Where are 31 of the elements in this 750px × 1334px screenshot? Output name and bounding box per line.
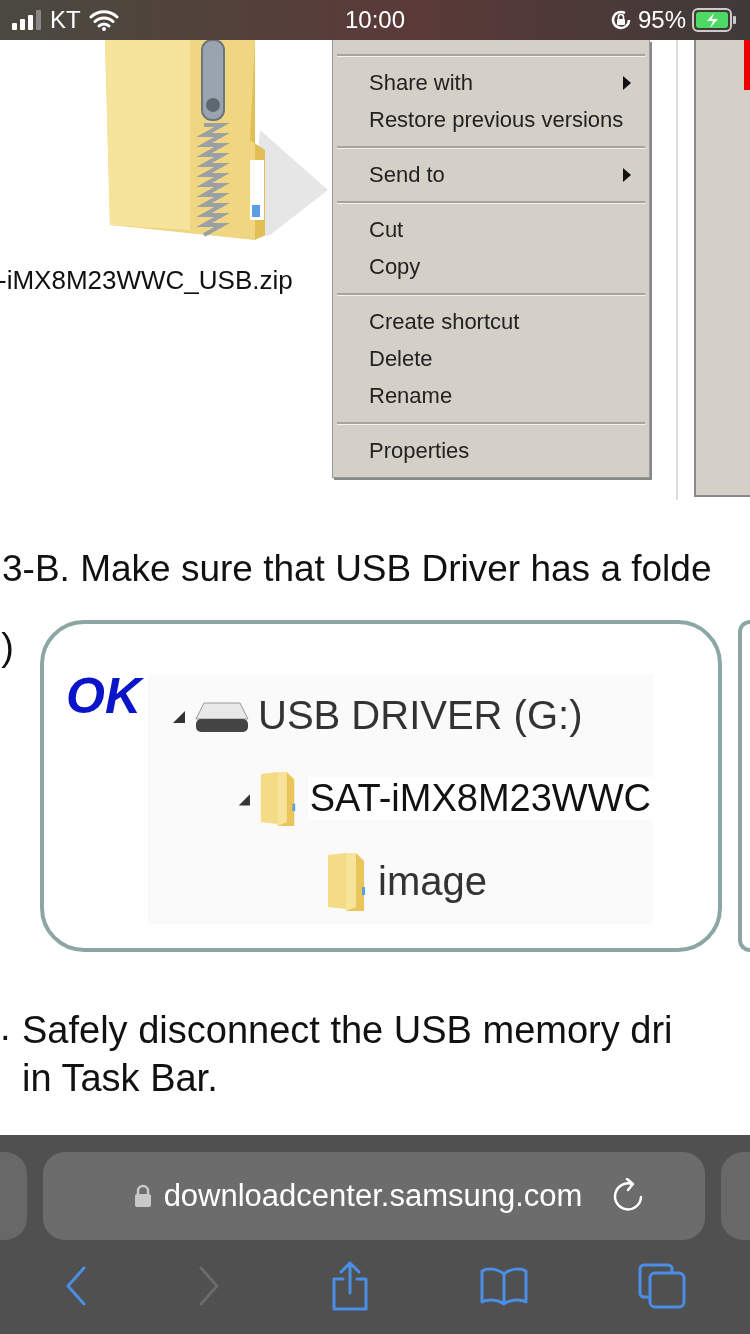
menu-item[interactable]: Restore previous versions bbox=[337, 101, 645, 138]
tab-preview[interactable] bbox=[721, 1152, 750, 1240]
tree-item-label[interactable]: image bbox=[378, 859, 487, 904]
menu-item[interactable]: Rename bbox=[337, 377, 645, 414]
step-heading: 3-B. Make sure that USB Driver has a folde bbox=[2, 548, 713, 590]
menu-item[interactable]: Copy bbox=[337, 248, 645, 285]
battery-icon bbox=[692, 8, 738, 32]
menu-item[interactable]: Cut bbox=[337, 211, 645, 248]
tab-preview[interactable] bbox=[0, 1152, 27, 1240]
menu-item[interactable]: Create shortcut bbox=[337, 303, 645, 340]
rotation-lock-icon bbox=[609, 9, 632, 31]
menu-item[interactable]: Send to bbox=[337, 156, 645, 193]
clock-time: 10:00 bbox=[344, 6, 406, 34]
address-bar[interactable]: downloadcenter.samsung.com bbox=[43, 1152, 705, 1240]
wifi-icon bbox=[88, 9, 119, 31]
signal-icon bbox=[12, 10, 42, 30]
menu-item[interactable]: Properties bbox=[337, 432, 645, 469]
lock-icon bbox=[133, 1184, 152, 1208]
ok-label: OK bbox=[66, 668, 148, 724]
list-marker: . bbox=[0, 1006, 12, 1050]
file-name: -iMX8M23WWC_USB.zip bbox=[0, 265, 293, 296]
menu-item[interactable]: Share with bbox=[337, 64, 645, 101]
carrier-name: KT bbox=[50, 6, 81, 34]
menu-item[interactable]: Delete bbox=[337, 340, 645, 377]
battery-percent: 95% bbox=[637, 6, 686, 34]
tree-item-label[interactable]: SAT-iMX8M23WWC bbox=[307, 777, 653, 820]
step-text: Safely disconnect the USB memory dri bbox=[22, 1008, 673, 1053]
side-label: ) bbox=[0, 625, 15, 670]
tree-item-label[interactable]: USB DRIVER (G:) bbox=[258, 693, 583, 738]
step-text: in Task Bar. bbox=[22, 1056, 219, 1101]
reload-icon[interactable] bbox=[612, 1178, 645, 1214]
